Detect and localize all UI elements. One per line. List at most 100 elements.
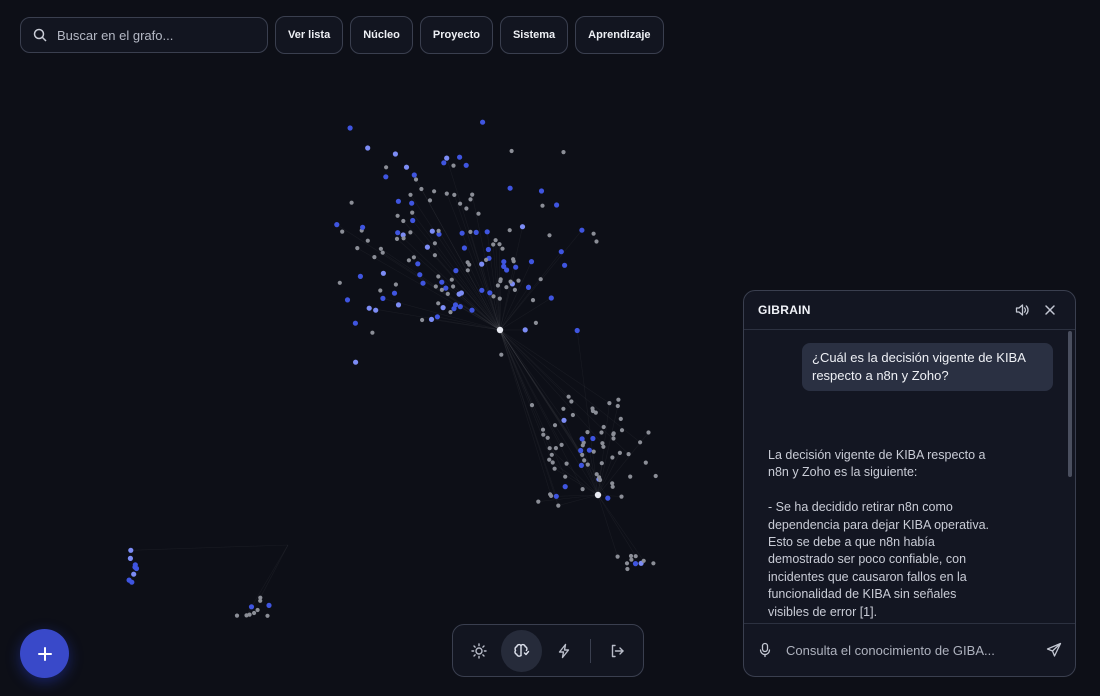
graph-node[interactable] — [585, 462, 590, 467]
filter-proyecto-button[interactable]: Proyecto — [419, 16, 493, 54]
graph-node[interactable] — [599, 461, 604, 466]
graph-node[interactable] — [607, 401, 612, 406]
graph-node[interactable] — [444, 191, 449, 196]
graph-node[interactable] — [582, 458, 587, 463]
graph-node[interactable] — [586, 447, 593, 453]
graph-node[interactable] — [624, 561, 630, 566]
graph-node[interactable] — [417, 272, 423, 278]
graph-node[interactable] — [593, 410, 598, 415]
graph-node[interactable] — [485, 246, 491, 253]
graph-node[interactable] — [547, 233, 552, 238]
graph-node[interactable] — [536, 499, 541, 504]
graph-node[interactable] — [337, 280, 342, 285]
graph-node[interactable] — [538, 188, 545, 194]
graph-node[interactable] — [429, 228, 435, 234]
graph-node[interactable] — [479, 261, 485, 267]
graph-node[interactable] — [553, 493, 559, 499]
graph-node[interactable] — [512, 287, 518, 292]
graph-node[interactable] — [579, 436, 585, 442]
graph-node[interactable] — [461, 245, 467, 251]
graph-node[interactable] — [619, 428, 625, 433]
graph-node[interactable] — [638, 440, 643, 445]
close-chat-button[interactable] — [1039, 299, 1061, 321]
graph-node[interactable] — [448, 310, 453, 315]
graph-node[interactable] — [392, 151, 398, 157]
graph-node[interactable] — [439, 287, 444, 292]
graph-node[interactable] — [465, 268, 470, 273]
graph-node[interactable] — [548, 492, 553, 497]
graph-node[interactable] — [468, 229, 473, 234]
graph-node[interactable] — [441, 160, 447, 166]
graph-node[interactable] — [131, 571, 137, 577]
chat-messages[interactable]: ¿Cuál es la decisión vigente de KIBA res… — [744, 330, 1075, 624]
graph-node[interactable] — [497, 242, 502, 247]
graph-node[interactable] — [501, 259, 507, 265]
graph-node[interactable] — [547, 457, 552, 462]
graph-node[interactable] — [464, 206, 469, 211]
graph-node[interactable] — [497, 296, 502, 301]
graph-node[interactable] — [127, 555, 133, 562]
graph-node[interactable] — [391, 290, 398, 296]
graph-node[interactable] — [415, 261, 421, 267]
graph-node[interactable] — [541, 432, 546, 437]
graph-node[interactable] — [355, 246, 360, 251]
graph-node[interactable] — [347, 125, 353, 131]
graph-node[interactable] — [372, 255, 377, 260]
graph-node[interactable] — [590, 435, 596, 442]
graph-node[interactable] — [504, 285, 509, 290]
graph-node[interactable] — [334, 222, 340, 228]
graph-node[interactable] — [419, 186, 424, 192]
graph-node[interactable] — [468, 197, 473, 202]
graph-node[interactable] — [344, 297, 351, 303]
graph-node[interactable] — [470, 192, 475, 197]
graph-node[interactable] — [265, 613, 270, 618]
graph-node[interactable] — [353, 359, 359, 365]
graph-node[interactable] — [570, 412, 576, 418]
graph-node[interactable] — [632, 561, 639, 567]
chat-input[interactable] — [784, 641, 1035, 659]
graph-node[interactable] — [349, 200, 354, 205]
graph-node[interactable] — [484, 257, 489, 262]
graph-node[interactable] — [258, 595, 263, 600]
graph-node[interactable] — [384, 165, 389, 170]
graph-node[interactable] — [591, 231, 596, 236]
graph-hub-node[interactable] — [594, 491, 602, 499]
graph-node[interactable] — [585, 430, 590, 435]
graph-node[interactable] — [547, 446, 552, 451]
graph-node[interactable] — [563, 474, 568, 479]
graph-node[interactable] — [561, 150, 566, 155]
graph-node[interactable] — [403, 164, 410, 170]
theme-toggle-button[interactable] — [459, 630, 499, 672]
search-input[interactable] — [55, 26, 255, 44]
send-button[interactable] — [1043, 639, 1065, 661]
graph-node[interactable] — [383, 174, 389, 180]
graph-node[interactable] — [432, 241, 437, 246]
graph-node[interactable] — [601, 424, 606, 430]
graph-node[interactable] — [548, 295, 554, 301]
view-list-button[interactable]: Ver lista — [275, 16, 344, 54]
graph-node[interactable] — [395, 302, 402, 308]
graph-node[interactable] — [549, 452, 554, 457]
graph-node[interactable] — [434, 314, 440, 320]
graph-node[interactable] — [615, 403, 620, 409]
graph-node[interactable] — [393, 282, 398, 287]
graph-node[interactable] — [629, 557, 634, 562]
graph-node[interactable] — [611, 432, 616, 437]
graph-node[interactable] — [480, 119, 486, 125]
graph-node[interactable] — [467, 262, 472, 267]
graph-node[interactable] — [491, 242, 496, 247]
graph-hub-node[interactable] — [496, 326, 504, 334]
graph-node[interactable] — [451, 163, 456, 168]
graph-node[interactable] — [378, 288, 383, 293]
graph-node[interactable] — [380, 270, 386, 276]
logout-button[interactable] — [597, 630, 637, 672]
graph-node[interactable] — [525, 284, 532, 290]
graph-node[interactable] — [458, 290, 464, 296]
graph-node[interactable] — [574, 327, 580, 334]
graph-node[interactable] — [599, 430, 604, 435]
graph-node[interactable] — [427, 198, 433, 203]
graph-node[interactable] — [424, 244, 430, 250]
graph-node[interactable] — [453, 268, 459, 274]
graph-node[interactable] — [395, 213, 400, 218]
graph-node[interactable] — [428, 316, 435, 322]
